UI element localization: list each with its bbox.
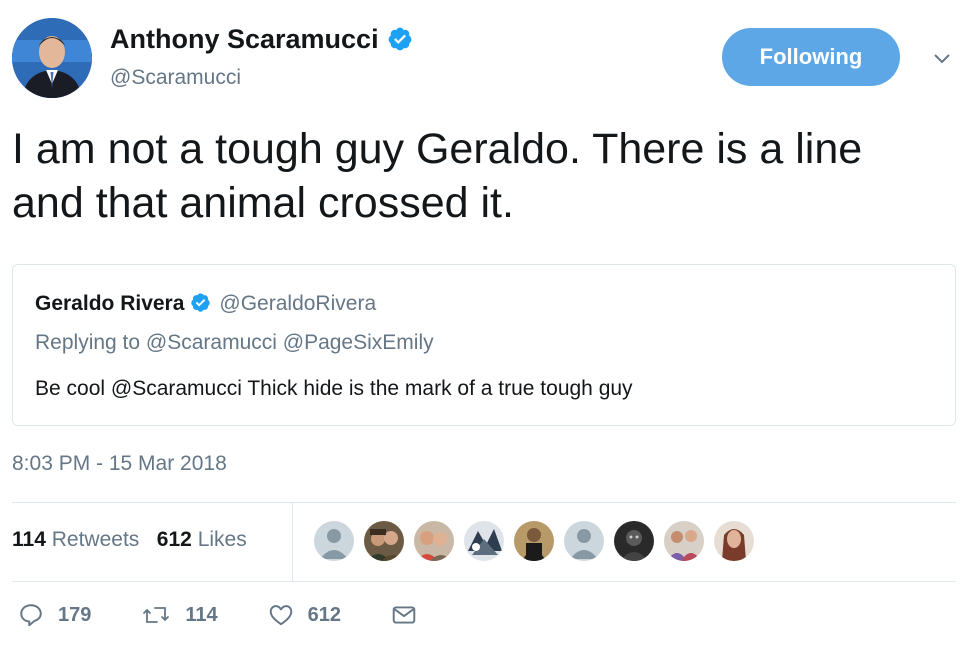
reply-count: 179	[58, 603, 92, 626]
quoted-author-name[interactable]: Geraldo Rivera	[35, 292, 184, 315]
tweet-text-line: and that animal crossed it.	[12, 179, 514, 227]
retweets-stat[interactable]: 114 Retweets	[12, 528, 139, 551]
replying-to: Replying to @Scaramucci @PageSixEmily	[35, 331, 434, 354]
tweet-actions: 179 114 612	[18, 602, 481, 628]
retweet-button[interactable]: 114	[141, 602, 218, 628]
quoted-author[interactable]: Geraldo Rivera @GeraldoRivera	[35, 292, 376, 316]
liker-avatar[interactable]	[714, 521, 754, 561]
reply-button[interactable]: 179	[18, 602, 91, 628]
author-handle[interactable]: @Scaramucci	[110, 66, 241, 90]
chevron-down-icon[interactable]	[928, 44, 956, 72]
likes-stat[interactable]: 612 Likes	[157, 528, 247, 551]
verified-badge-icon	[191, 293, 211, 313]
tweet-stats: 114 Retweets 612 Likes	[12, 528, 247, 552]
liker-avatar[interactable]	[364, 521, 404, 561]
divider	[292, 503, 293, 581]
likes-count: 612	[156, 528, 192, 551]
quoted-tweet[interactable]: Geraldo Rivera @GeraldoRivera Replying t…	[12, 264, 956, 426]
like-button[interactable]: 612	[268, 602, 341, 628]
author-avatar[interactable]	[12, 18, 92, 98]
following-button[interactable]: Following	[722, 28, 900, 86]
avatar-image	[12, 18, 92, 98]
heart-icon	[269, 605, 292, 626]
divider	[12, 581, 956, 582]
liker-avatar[interactable]	[614, 521, 654, 561]
liker-avatar[interactable]	[664, 521, 704, 561]
like-count: 612	[307, 603, 342, 626]
retweet-icon	[143, 607, 170, 623]
retweets-count: 114	[12, 528, 46, 551]
retweets-label: Retweets	[51, 528, 140, 551]
liker-avatars	[314, 521, 754, 561]
tweet-timestamp[interactable]: 8:03 PM - 15 Mar 2018	[12, 452, 227, 476]
verified-badge-icon	[388, 27, 411, 51]
liker-avatar[interactable]	[314, 521, 354, 561]
author-name-text[interactable]: Anthony Scaramucci	[110, 24, 379, 54]
retweet-count: 114	[185, 603, 218, 626]
divider	[12, 502, 956, 503]
liker-avatar[interactable]	[514, 521, 554, 561]
liker-avatar[interactable]	[464, 521, 504, 561]
envelope-icon	[392, 606, 416, 624]
liker-avatar[interactable]	[414, 521, 454, 561]
tweet-text: I am not a tough guy Geraldo. There is a…	[12, 122, 962, 230]
reply-icon	[20, 604, 42, 627]
quoted-tweet-text: Be cool @Scaramucci Thick hide is the ma…	[35, 377, 633, 400]
quoted-author-handle[interactable]: @GeraldoRivera	[219, 292, 376, 315]
liker-avatar[interactable]	[564, 521, 604, 561]
likes-label: Likes	[197, 528, 247, 551]
author-name[interactable]: Anthony Scaramucci	[110, 24, 413, 55]
direct-message-button[interactable]	[391, 602, 431, 628]
tweet-text-line: I am not a tough guy Geraldo. There is a…	[12, 125, 863, 173]
